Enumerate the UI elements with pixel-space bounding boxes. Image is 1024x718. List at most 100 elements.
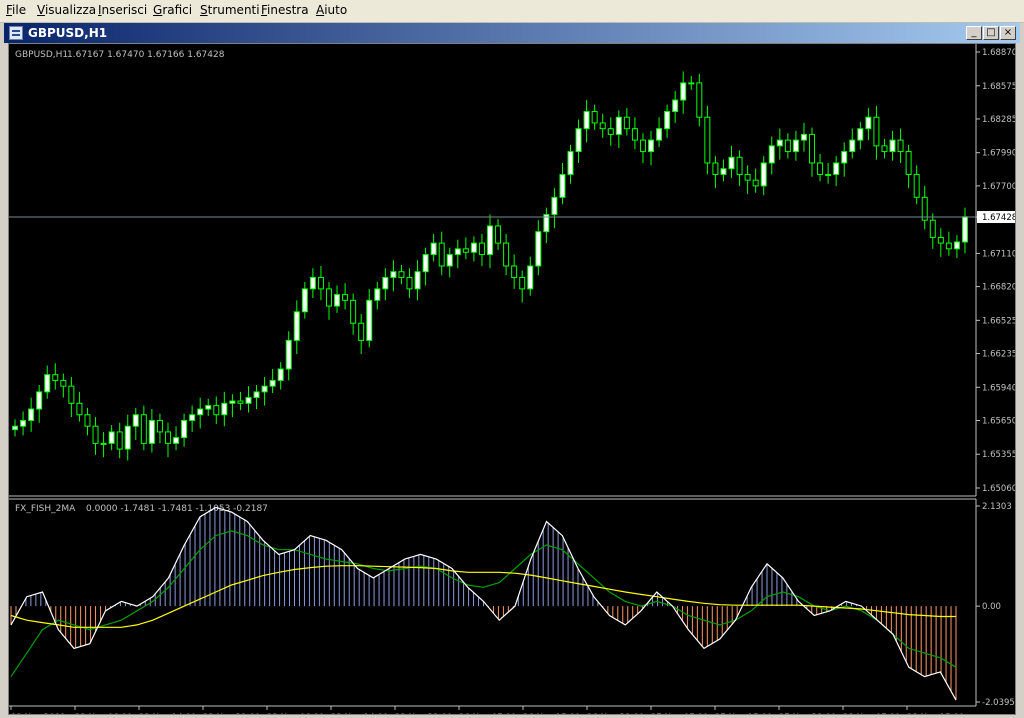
price-label: 1.65060: [982, 484, 1015, 494]
indicator-label: 2.1303: [982, 502, 1012, 512]
price-label: 1.66235: [982, 350, 1015, 360]
chart-canvas[interactable]: GBPUSD,H1 1.67167 1.67470 1.67166 1.6742…: [9, 44, 1017, 718]
candle-body: [462, 248, 469, 253]
time-label: 11 Nov 2009: [11, 713, 65, 714]
time-label: 18 Nov 07:00: [843, 713, 900, 714]
candle-body: [664, 111, 671, 130]
candle-body: [189, 414, 196, 421]
candle-body: [285, 339, 292, 370]
time-label: 13 Nov 22:00: [395, 713, 452, 714]
candle-body: [342, 294, 349, 301]
candle-body: [36, 391, 43, 410]
chart-window-icon: [9, 26, 23, 40]
menu-grafici[interactable]: Grafici: [153, 3, 192, 17]
candle-body: [881, 145, 888, 153]
minimize-button[interactable]: _: [966, 26, 982, 40]
candle-body: [422, 254, 429, 273]
candle-body: [309, 276, 316, 290]
candle-body: [688, 82, 695, 85]
price-label: 1.65355: [982, 450, 1015, 460]
candle-body: [583, 111, 590, 130]
candle-body: [293, 311, 300, 341]
candle-body: [760, 162, 767, 187]
candle-body: [792, 139, 799, 153]
candle-body: [350, 299, 357, 324]
candle-body: [495, 225, 502, 244]
candle-body: [865, 116, 872, 130]
candle-body: [406, 276, 413, 290]
candle-body: [245, 397, 252, 404]
close-button[interactable]: ×: [1000, 26, 1016, 40]
price-label: 1.68285: [982, 115, 1015, 125]
time-label: 12 Nov 14:00: [139, 713, 196, 714]
time-label: 17 Nov 07:00: [651, 713, 708, 714]
candle-body: [897, 139, 904, 153]
candle-body: [148, 419, 155, 444]
window-title: GBPUSD,H1: [28, 26, 108, 40]
candle-body: [744, 173, 751, 181]
candle-body: [213, 405, 220, 416]
candle-body: [905, 151, 912, 175]
main-chart-title: GBPUSD,H1: [15, 50, 68, 60]
candle-body: [12, 425, 19, 431]
menu-inserisci[interactable]: Inserisci: [98, 3, 147, 17]
candle-body: [173, 437, 180, 444]
candle-body: [414, 271, 421, 290]
candle-body: [205, 405, 212, 410]
candle-body: [551, 196, 558, 215]
price-label: 1.65940: [982, 383, 1015, 393]
candle-body: [221, 402, 228, 416]
candle-body: [945, 242, 952, 250]
candle-body: [358, 322, 365, 341]
candle-body: [229, 400, 236, 404]
chart-area[interactable]: GBPUSD,H1 1.67167 1.67470 1.67166 1.6742…: [8, 43, 1017, 718]
candle-body: [752, 179, 759, 187]
candle-body: [784, 139, 791, 153]
candle-body: [100, 442, 107, 445]
candle-body: [438, 242, 445, 267]
menu-finestra[interactable]: Finestra: [261, 3, 309, 17]
candle-body: [800, 133, 807, 141]
candle-body: [599, 122, 606, 130]
candle-body: [728, 156, 735, 170]
candle-body: [519, 276, 526, 290]
candle-body: [76, 402, 83, 416]
candle-body: [84, 414, 91, 427]
candle-body: [623, 116, 630, 130]
candle-body: [92, 425, 99, 444]
price-label: 1.65650: [982, 416, 1015, 426]
candle-body: [503, 242, 510, 267]
candle-body: [108, 431, 115, 444]
candle-body: [28, 408, 35, 421]
candle-body: [527, 265, 534, 290]
candle-body: [631, 128, 638, 141]
candle-body: [607, 128, 614, 135]
candle-body: [269, 379, 276, 387]
candle-body: [648, 139, 655, 153]
indicator-values-readout: 0.0000 -1.7481 -1.7481 -1.1053 -0.2187: [86, 504, 268, 514]
candle-body: [961, 216, 968, 243]
time-label: 16 Nov 07:00: [459, 713, 516, 714]
candle-body: [857, 128, 864, 141]
time-label: 13 Nov 14:00: [331, 713, 388, 714]
candle-body: [913, 173, 920, 198]
candle-body: [237, 400, 244, 404]
menu-strumenti[interactable]: Strumenti: [200, 3, 260, 17]
candle-body: [511, 265, 518, 278]
window-titlebar[interactable]: GBPUSD,H1 _ □ ×: [4, 23, 1020, 43]
time-label: 12 Nov 22:00: [203, 713, 260, 714]
candle-body: [197, 408, 204, 416]
candle-body: [615, 116, 622, 135]
time-label: 16 Nov 23:00: [587, 713, 644, 714]
candle-body: [374, 288, 381, 301]
restore-button[interactable]: □: [983, 26, 999, 40]
price-label: 1.66820: [982, 283, 1015, 293]
candle-body: [140, 414, 147, 444]
menu-visualizza[interactable]: Visualizza: [37, 3, 96, 17]
menu-aiuto[interactable]: Aiuto: [316, 3, 347, 17]
candle-body: [52, 374, 59, 381]
time-label: 16 Nov 15:00: [523, 713, 580, 714]
menu-file[interactable]: File: [6, 3, 26, 17]
candle-body: [696, 82, 703, 118]
time-label: 12 Nov 06:00: [75, 713, 132, 714]
